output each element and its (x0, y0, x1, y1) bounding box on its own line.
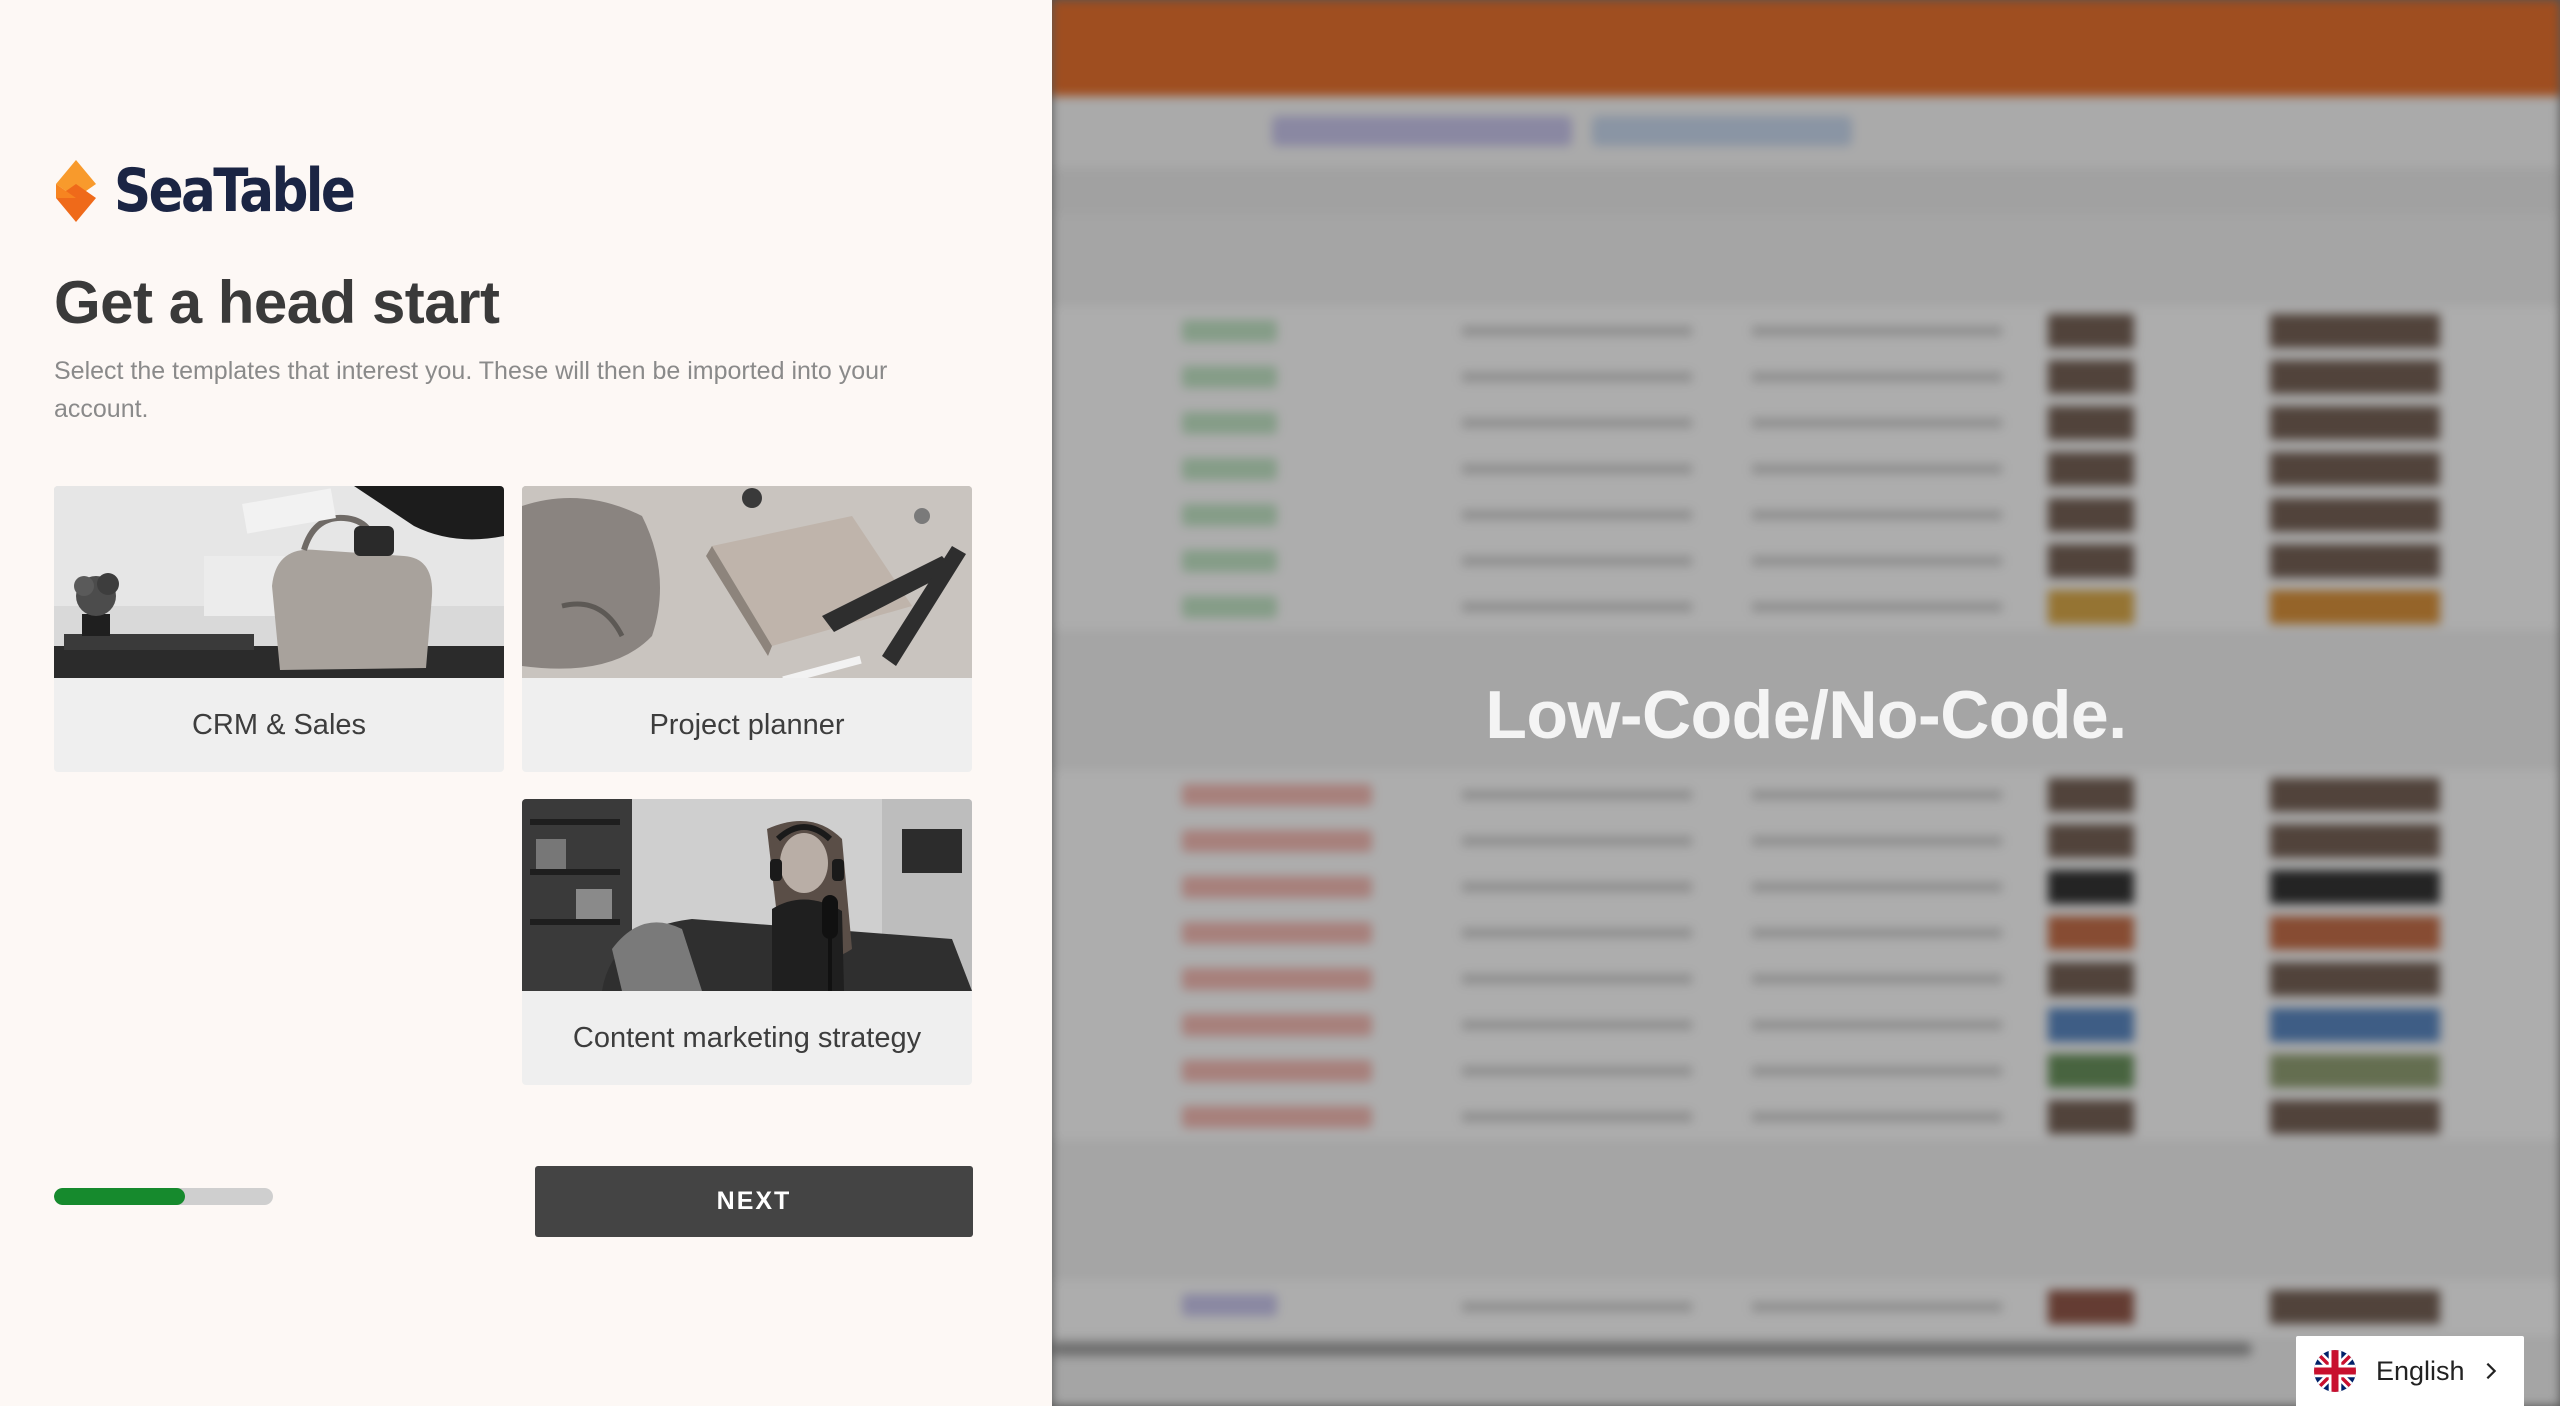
onboarding-panel: SeaTable Get a head start Select the tem… (0, 0, 1052, 1406)
seatable-logo-icon (56, 160, 96, 222)
template-image-content-marketing (522, 799, 972, 991)
onboarding-progress-bar (54, 1188, 273, 1205)
promo-headline: Low-Code/No-Code. (1485, 677, 2127, 753)
template-card-content-marketing[interactable]: Content marketing strategy (522, 799, 972, 1085)
chevron-right-icon (2486, 1362, 2497, 1380)
page-title: Get a head start (54, 269, 500, 336)
template-label: Content marketing strategy (572, 1021, 922, 1054)
progress-fill (54, 1188, 186, 1205)
template-card-crm-sales[interactable]: CRM & Sales (54, 486, 504, 772)
next-button[interactable]: NEXT (535, 1166, 973, 1237)
template-image-crm-sales (54, 486, 504, 678)
page-subtitle: Select the templates that interest you. … (54, 357, 888, 423)
template-label: CRM & Sales (191, 708, 367, 741)
promo-panel: Low-Code/No-Code. (1052, 0, 2560, 1406)
language-selector[interactable]: English (2296, 1336, 2524, 1406)
language-label: English (2376, 1355, 2465, 1386)
template-image-project-planner (522, 486, 972, 678)
uk-flag-icon (2314, 1350, 2356, 1392)
template-card-project-planner[interactable]: Project planner (522, 486, 972, 772)
template-label: Project planner (649, 708, 845, 741)
brand-name: SeaTable (114, 156, 356, 226)
seatable-logo: SeaTable (52, 158, 392, 224)
